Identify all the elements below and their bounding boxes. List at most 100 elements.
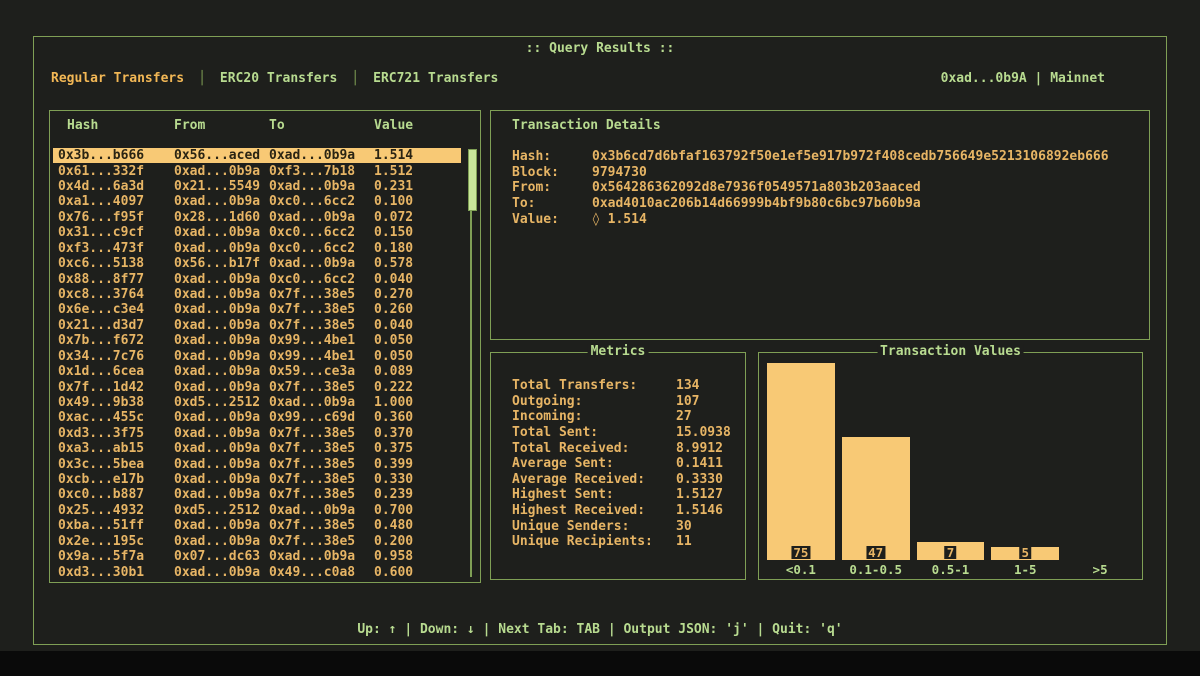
cell-from: 0xad...0b9a <box>174 318 269 333</box>
tab-bar: Regular Transfers│ERC20 Transfers│ERC721… <box>51 71 498 86</box>
table-row[interactable]: 0x9a...5f7a0x07...dc630xad...0b9a0.958 <box>53 549 461 564</box>
table-row[interactable]: 0x88...8f770xad...0b9a0xc0...6cc20.040 <box>53 271 461 286</box>
cell-from: 0xad...0b9a <box>174 380 269 395</box>
table-row[interactable]: 0x7b...f6720xad...0b9a0x99...4be10.050 <box>53 333 461 348</box>
details-field-label: Hash: <box>512 149 592 164</box>
cell-to: 0x7f...38e5 <box>269 380 374 395</box>
table-row[interactable]: 0x7f...1d420xad...0b9a0x7f...38e50.222 <box>53 379 461 394</box>
tab-erc721-transfers[interactable]: ERC721 Transfers <box>373 71 498 86</box>
chart-bar-slot: 51-5 <box>991 363 1059 560</box>
table-row[interactable]: 0x3b...b6660x56...aced0xad...0b9a1.514 <box>53 148 461 163</box>
cell-from: 0xad...0b9a <box>174 272 269 287</box>
cell-value: 0.330 <box>374 472 461 487</box>
cell-hash: 0x49...9b38 <box>58 395 174 410</box>
metric-value: 15.0938 <box>676 425 737 440</box>
table-row[interactable]: 0xba...51ff0xad...0b9a0x7f...38e50.480 <box>53 518 461 533</box>
table-row[interactable]: 0xcb...e17b0xad...0b9a0x7f...38e50.330 <box>53 472 461 487</box>
table-row[interactable]: 0x34...7c760xad...0b9a0x99...4be10.050 <box>53 348 461 363</box>
table-row[interactable]: 0x1d...6cea0xad...0b9a0x59...ce3a0.089 <box>53 364 461 379</box>
table-row[interactable]: 0xc8...37640xad...0b9a0x7f...38e50.270 <box>53 287 461 302</box>
cell-hash: 0xa1...4097 <box>58 194 174 209</box>
table-row[interactable]: 0xc6...51380x56...b17f0xad...0b9a0.578 <box>53 256 461 271</box>
cell-value: 0.360 <box>374 410 461 425</box>
transaction-details-panel: Transaction Details Hash:0x3b6cd7d6bfaf1… <box>490 110 1150 340</box>
table-header-row: Hash From To Value <box>50 118 480 133</box>
cell-value: 0.375 <box>374 441 461 456</box>
table-row[interactable]: 0x49...9b380xd5...25120xad...0b9a1.000 <box>53 395 461 410</box>
cell-value: 0.180 <box>374 241 461 256</box>
cell-from: 0xad...0b9a <box>174 565 269 580</box>
cell-hash: 0x9a...5f7a <box>58 549 174 564</box>
tab-erc20-transfers[interactable]: ERC20 Transfers <box>220 71 337 86</box>
table-row[interactable]: 0xc0...b8870xad...0b9a0x7f...38e50.239 <box>53 487 461 502</box>
metric-row: Total Transfers:134 <box>512 378 737 394</box>
table-row[interactable]: 0x31...c9cf0xad...0b9a0xc0...6cc20.150 <box>53 225 461 240</box>
table-row[interactable]: 0xa3...ab150xad...0b9a0x7f...38e50.375 <box>53 441 461 456</box>
scrollbar-thumb[interactable] <box>468 149 477 211</box>
table-row[interactable]: 0x61...332f0xad...0b9a0xf3...7b181.512 <box>53 163 461 178</box>
metric-value: 107 <box>676 394 737 409</box>
cell-value: 0.260 <box>374 302 461 317</box>
cell-value: 0.222 <box>374 380 461 395</box>
table-row[interactable]: 0x25...49320xd5...25120xad...0b9a0.700 <box>53 503 461 518</box>
metric-row: Average Sent:0.1411 <box>512 456 737 472</box>
cell-value: 0.040 <box>374 318 461 333</box>
details-field-row: Block:9794730 <box>512 165 1139 181</box>
column-header-to: To <box>269 118 374 133</box>
table-row[interactable]: 0xf3...473f0xad...0b9a0xc0...6cc20.180 <box>53 241 461 256</box>
bar: 47 <box>842 437 910 560</box>
bar-value-label: 5 <box>1020 546 1032 559</box>
table-row[interactable]: 0x76...f95f0x28...1d600xad...0b9a0.072 <box>53 210 461 225</box>
details-field-row: Hash:0x3b6cd7d6bfaf163792f50e1ef5e917b97… <box>512 149 1139 165</box>
cell-from: 0xad...0b9a <box>174 349 269 364</box>
scrollbar-track[interactable] <box>470 149 472 577</box>
x-tick-label: 0.5-1 <box>917 562 985 577</box>
cell-to: 0x49...c0a8 <box>269 565 374 580</box>
metric-row: Total Sent:15.0938 <box>512 425 737 441</box>
x-tick-label: <0.1 <box>767 562 835 577</box>
cell-hash: 0xac...455c <box>58 410 174 425</box>
metric-label: Incoming: <box>512 409 676 424</box>
table-row[interactable]: 0x6e...c3e40xad...0b9a0x7f...38e50.260 <box>53 302 461 317</box>
tab-regular-transfers[interactable]: Regular Transfers <box>51 71 184 86</box>
chart-bar-slot: 75<0.1 <box>767 363 835 560</box>
transfers-table-panel: Hash From To Value 0x3b...b6660x56...ace… <box>49 110 481 583</box>
cell-hash: 0x1d...6cea <box>58 364 174 379</box>
cell-hash: 0x88...8f77 <box>58 272 174 287</box>
cell-to: 0xad...0b9a <box>269 148 374 163</box>
metric-label: Outgoing: <box>512 394 676 409</box>
cell-to: 0x7f...38e5 <box>269 426 374 441</box>
wallet-network-label: 0xad...0b9A | Mainnet <box>941 71 1105 86</box>
bar: 7 <box>917 542 985 560</box>
table-row[interactable]: 0xd3...3f750xad...0b9a0x7f...38e50.370 <box>53 426 461 441</box>
metric-row: Outgoing:107 <box>512 394 737 410</box>
cell-value: 0.700 <box>374 503 461 518</box>
metric-label: Average Sent: <box>512 456 676 471</box>
metric-label: Total Received: <box>512 441 676 456</box>
table-row[interactable]: 0x4d...6a3d0x21...55490xad...0b9a0.231 <box>53 179 461 194</box>
table-row[interactable]: 0x3c...5bea0xad...0b9a0x7f...38e50.399 <box>53 456 461 471</box>
cell-from: 0xad...0b9a <box>174 426 269 441</box>
metrics-panel: Metrics Total Transfers:134Outgoing:107I… <box>490 352 746 580</box>
cell-value: 0.370 <box>374 426 461 441</box>
cell-hash: 0x34...7c76 <box>58 349 174 364</box>
cell-to: 0x7f...38e5 <box>269 457 374 472</box>
cell-to: 0x7f...38e5 <box>269 487 374 502</box>
table-row[interactable]: 0xa1...40970xad...0b9a0xc0...6cc20.100 <box>53 194 461 209</box>
cell-value: 0.100 <box>374 194 461 209</box>
details-field-row: To:0xad4010ac206b14d66999b4bf9b80c6bc97b… <box>512 196 1139 212</box>
table-row[interactable]: 0x21...d3d70xad...0b9a0x7f...38e50.040 <box>53 318 461 333</box>
cell-to: 0x7f...38e5 <box>269 472 374 487</box>
cell-from: 0xad...0b9a <box>174 164 269 179</box>
cell-hash: 0x25...4932 <box>58 503 174 518</box>
table-row[interactable]: 0xac...455c0xad...0b9a0x99...c69d0.360 <box>53 410 461 425</box>
table-row[interactable]: 0x2e...195c0xad...0b9a0x7f...38e50.200 <box>53 534 461 549</box>
table-row[interactable]: 0xd3...30b10xad...0b9a0x49...c0a80.600 <box>53 564 461 579</box>
cell-value: 0.072 <box>374 210 461 225</box>
x-tick-label: >5 <box>1066 562 1134 577</box>
tab-separator: │ <box>351 71 359 86</box>
cell-to: 0xc0...6cc2 <box>269 225 374 240</box>
cell-hash: 0xc0...b887 <box>58 487 174 502</box>
metric-label: Total Sent: <box>512 425 676 440</box>
cell-from: 0x56...b17f <box>174 256 269 271</box>
